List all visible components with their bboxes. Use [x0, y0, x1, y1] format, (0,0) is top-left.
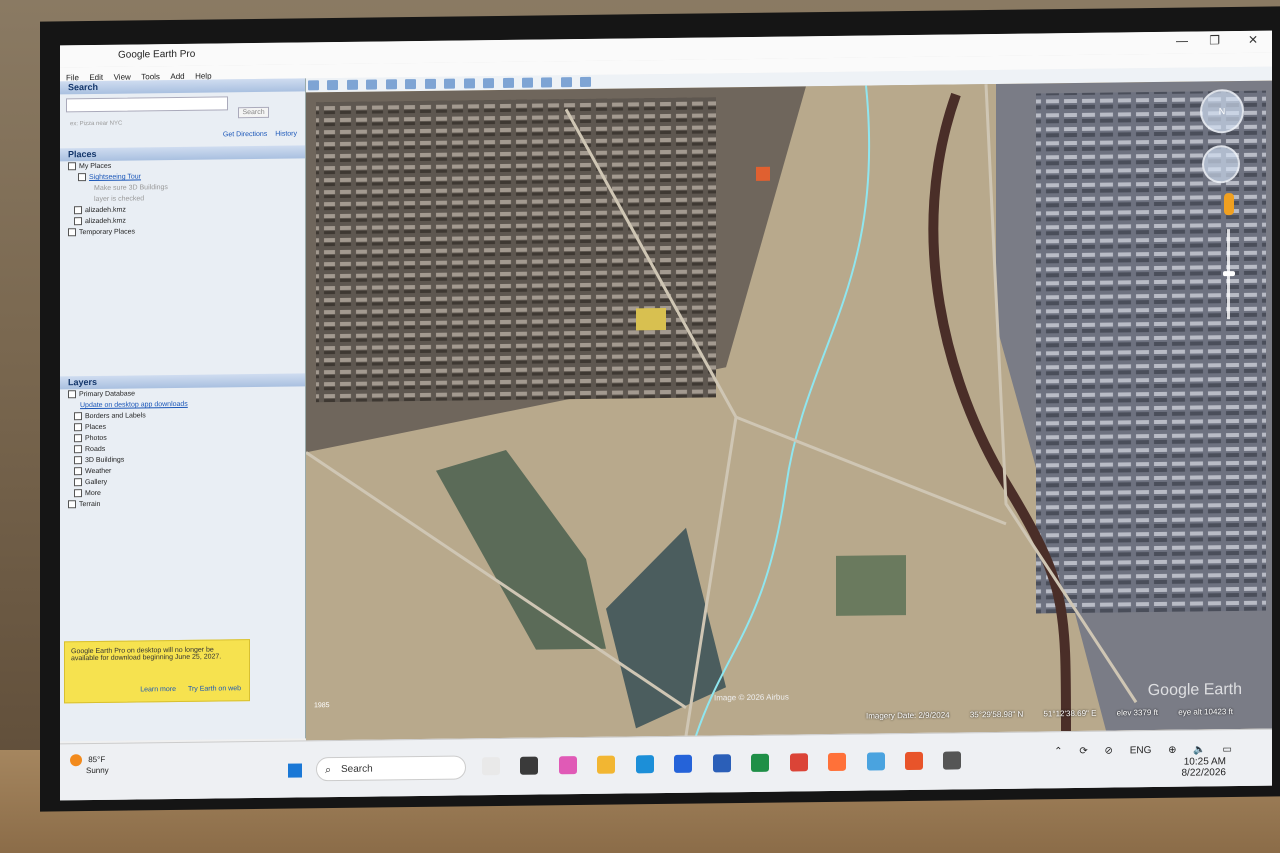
store-app-icon[interactable]: [674, 754, 693, 773]
ruler-icon[interactable]: [483, 78, 495, 89]
longitude: 51°12'38.69" E: [1043, 708, 1097, 719]
save-image-icon[interactable]: [541, 77, 553, 88]
globe-icon[interactable]: ⊕: [1168, 745, 1176, 756]
word-app-icon[interactable]: [712, 754, 731, 773]
layers-item[interactable]: Terrain: [68, 496, 305, 510]
timeline-year: 1985: [314, 702, 330, 710]
try-web-link[interactable]: Try Earth on web: [188, 685, 241, 693]
eye-altitude: eye alt 10423 ft: [1178, 707, 1233, 717]
search-button[interactable]: Search: [238, 106, 269, 119]
history-imagery-icon[interactable]: [424, 78, 436, 89]
history-link[interactable]: History: [275, 131, 297, 138]
excel-app-icon[interactable]: [751, 753, 770, 772]
network-off-icon[interactable]: ⊘: [1105, 746, 1113, 757]
imagery-date: Imagery Date: 2/9/2024: [866, 710, 950, 721]
taskbar-search-label: Search: [341, 763, 373, 775]
close-button[interactable]: ✕: [1248, 33, 1258, 47]
elevation: elev 3379 ft: [1116, 707, 1159, 718]
firefox-app-icon[interactable]: [828, 752, 847, 772]
minimize-button[interactable]: —: [1176, 34, 1188, 48]
windows-start-icon[interactable]: [288, 763, 302, 778]
deprecation-notice: Google Earth Pro on desktop will no long…: [64, 639, 250, 704]
vpn-icon[interactable]: ⟳: [1079, 746, 1087, 757]
places-tree: My Places Sightseeing Tour Make sure 3D …: [60, 158, 305, 238]
language-indicator[interactable]: ENG: [1130, 745, 1152, 756]
edge-app-icon[interactable]: [635, 755, 654, 774]
maps-icon[interactable]: [560, 77, 572, 88]
taskbar-apps: [482, 751, 977, 776]
map-view[interactable]: N Image © 2026 Airbus Google Earth 1985 …: [306, 80, 1272, 741]
volume-icon[interactable]: 🔈: [1193, 744, 1205, 755]
clock-time: 10:25 AM: [1183, 756, 1226, 768]
clock-date: 8/22/2026: [1181, 767, 1227, 779]
google-earth-watermark: Google Earth: [1147, 680, 1242, 700]
notice-text: Google Earth Pro on desktop will no long…: [71, 646, 222, 663]
layers-tree: Primary Database Update on desktop app d…: [60, 386, 305, 510]
clock[interactable]: 10:25 AM 8/22/2026: [1182, 756, 1227, 779]
google-earth-app-icon[interactable]: [943, 751, 962, 770]
imagery-credit: Image © 2026 Airbus: [714, 692, 789, 703]
tour-icon[interactable]: [405, 79, 417, 90]
get-directions-link[interactable]: Get Directions: [223, 131, 267, 139]
print-icon[interactable]: [521, 77, 533, 88]
taskbar-search[interactable]: ⌕ Search: [316, 755, 466, 782]
weather-temp: 85°F: [88, 754, 106, 765]
tray-chevron-icon[interactable]: ⌃: [1054, 746, 1062, 757]
window-title: Google Earth Pro: [118, 48, 196, 61]
sidebar-toggle-icon[interactable]: [308, 80, 319, 91]
sun-icon: [70, 754, 82, 767]
learn-more-link[interactable]: Learn more: [140, 686, 176, 693]
photos-app-icon[interactable]: [866, 752, 885, 771]
widgets-app-icon[interactable]: [482, 757, 500, 776]
search-icon: ⌕: [325, 764, 332, 777]
chrome-app-icon[interactable]: [789, 753, 808, 772]
satellite-imagery: [306, 80, 1272, 741]
search-input[interactable]: [66, 96, 228, 113]
sidebar: Search Search ex: Pizza near NYC Get Dir…: [60, 78, 306, 742]
latitude: 35°29'58.98" N: [969, 709, 1024, 720]
screen: Google Earth Pro — ❐ ✕ File Edit View To…: [60, 30, 1272, 801]
battery-icon[interactable]: ▭: [1223, 744, 1232, 755]
anydesk-app-icon[interactable]: [904, 751, 923, 771]
copilot-app-icon[interactable]: [558, 756, 577, 775]
maximize-button[interactable]: ❐: [1209, 33, 1220, 47]
weather-widget[interactable]: 85°F Sunny: [70, 754, 109, 775]
street-view-pegman-icon[interactable]: [1224, 193, 1234, 216]
placemark-icon[interactable]: [327, 80, 339, 91]
zoom-slider-handle[interactable]: [1223, 271, 1235, 277]
path-icon[interactable]: [366, 79, 378, 90]
polygon-icon[interactable]: [346, 79, 358, 90]
weather-desc: Sunny: [86, 765, 109, 776]
email-icon[interactable]: [502, 77, 514, 88]
overlay-icon[interactable]: [385, 79, 397, 90]
planets-icon[interactable]: [463, 78, 475, 89]
sun-icon[interactable]: [444, 78, 456, 89]
task-view-app-icon[interactable]: [520, 756, 539, 775]
file-explorer-app-icon[interactable]: [597, 755, 616, 774]
earth-icon[interactable]: [580, 76, 592, 88]
